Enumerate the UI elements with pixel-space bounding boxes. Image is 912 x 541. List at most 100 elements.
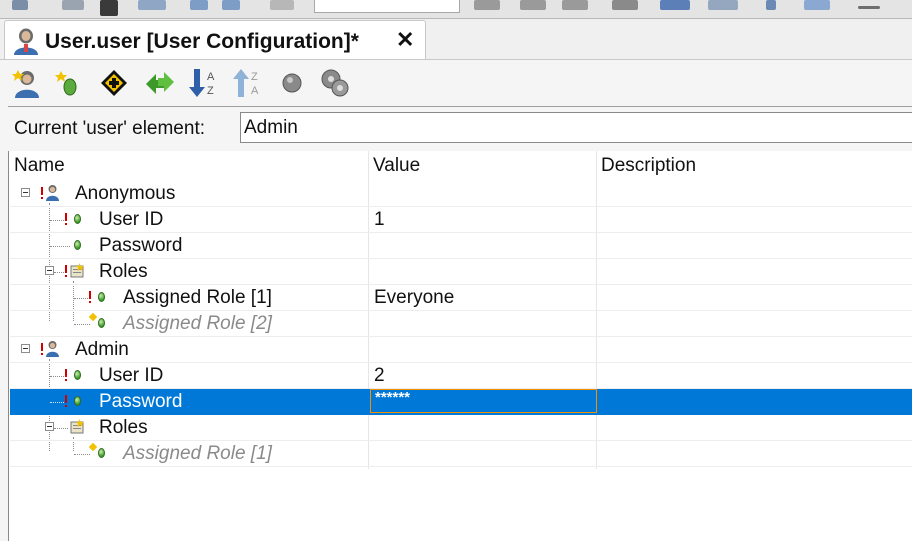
tree-row-field-placeholder[interactable]: Assigned Role [1]	[10, 441, 912, 467]
collapse-toggle-icon[interactable]	[21, 344, 30, 353]
svg-text:A: A	[207, 71, 215, 83]
sort-descending-icon[interactable]: ZA	[231, 66, 265, 100]
editor-toolbar: AZ ZA	[0, 60, 912, 106]
tree-node-label: Assigned Role [1]	[123, 443, 272, 464]
required-marker-icon	[41, 187, 43, 200]
ide-toolbar	[0, 0, 912, 19]
menu-icon[interactable]	[858, 6, 880, 9]
delete-icon[interactable]	[270, 0, 294, 10]
new-element-icon	[88, 312, 98, 322]
tree-row-field-placeholder[interactable]: Assigned Role [2]	[10, 311, 912, 337]
tree-row-field[interactable]: User ID 2	[10, 363, 912, 389]
new-element-icon	[88, 442, 98, 452]
tree-node-label: User ID	[99, 365, 164, 386]
required-marker-icon	[41, 343, 43, 356]
sort-icon[interactable]	[708, 0, 738, 10]
tree-connector	[54, 428, 68, 429]
required-marker-icon	[65, 265, 67, 278]
sort-ascending-icon[interactable]: AZ	[187, 66, 221, 100]
tree-node-label: Password	[99, 391, 183, 412]
toolbar-search-input[interactable]	[314, 0, 460, 13]
collapse-toggle-icon[interactable]	[45, 266, 54, 275]
gray-circle-icon[interactable]	[275, 66, 309, 100]
element-leaf-icon	[74, 370, 81, 380]
tree-header: Name Value Description	[9, 151, 912, 181]
save-icon[interactable]	[12, 0, 28, 10]
column-header-value[interactable]: Value	[373, 155, 420, 177]
diamond-icon[interactable]	[804, 0, 830, 10]
link-icon[interactable]	[474, 0, 500, 10]
user-icon	[46, 185, 59, 201]
link-icon[interactable]	[562, 0, 588, 10]
column-header-name[interactable]: Name	[14, 155, 65, 177]
tree-node-label: Password	[99, 235, 183, 256]
close-icon[interactable]: ✕	[396, 29, 414, 51]
diamond-icon[interactable]	[660, 0, 690, 10]
tree-connector	[50, 376, 66, 377]
tree-row-group[interactable]: Roles	[10, 259, 912, 285]
link-icon[interactable]	[520, 0, 546, 10]
group-icon[interactable]	[612, 0, 638, 10]
tree-connector	[54, 272, 64, 273]
tree-node-value[interactable]: 1	[374, 209, 385, 231]
column-header-description[interactable]: Description	[601, 155, 696, 177]
tree-row-user[interactable]: Admin	[10, 337, 912, 363]
current-element-label: Current 'user' element:	[14, 118, 206, 139]
tree-row-field[interactable]: User ID 1	[10, 207, 912, 233]
current-element-field[interactable]: Admin	[240, 112, 912, 143]
tree-node-label: Admin	[75, 339, 129, 360]
element-leaf-icon	[74, 396, 81, 406]
tree-node-value[interactable]: Everyone	[374, 287, 454, 309]
dropdown-arrow-icon[interactable]	[100, 0, 118, 16]
window-icon[interactable]	[138, 0, 166, 10]
tree-node-label: Anonymous	[75, 183, 176, 204]
svg-text:Z: Z	[207, 85, 214, 97]
element-leaf-icon	[98, 292, 105, 302]
tree-row-field[interactable]: Assigned Role [1] Everyone	[10, 285, 912, 311]
swap-icon[interactable]	[143, 66, 177, 100]
tree-row-field[interactable]: Password	[10, 233, 912, 259]
roles-folder-icon	[70, 263, 84, 278]
editor-tab-user-configuration[interactable]: User.user [User Configuration]* ✕	[4, 20, 426, 60]
editor-tab-bar: User.user [User Configuration]* ✕	[0, 19, 912, 60]
element-leaf-icon	[98, 448, 105, 458]
back-arrow-icon[interactable]	[222, 0, 240, 10]
element-leaf-icon	[98, 318, 105, 328]
add-user-icon[interactable]	[10, 66, 44, 100]
forward-arrow-icon[interactable]	[190, 0, 208, 10]
tree-node-label: Roles	[99, 417, 148, 438]
password-value-editor[interactable]: ******	[370, 389, 597, 413]
user-icon	[14, 28, 38, 55]
add-element-icon[interactable]	[50, 66, 84, 100]
tree-node-label: User ID	[99, 209, 164, 230]
element-leaf-icon	[74, 214, 81, 224]
svg-text:A: A	[251, 85, 259, 97]
navigate-icon[interactable]	[97, 66, 131, 100]
save-all-icon[interactable]	[62, 0, 84, 10]
pin-icon[interactable]	[766, 0, 776, 10]
tree-connector	[74, 454, 90, 455]
svg-text:Z: Z	[251, 71, 258, 83]
tree-node-label: Assigned Role [2]	[123, 313, 272, 334]
tree-node-label: Assigned Role [1]	[123, 287, 272, 308]
tree-connector	[74, 298, 90, 299]
tree-row-field-selected[interactable]: Password ******	[10, 389, 912, 415]
user-icon	[46, 341, 59, 357]
collapse-toggle-icon[interactable]	[21, 188, 30, 197]
tree-connector	[50, 246, 70, 247]
collapse-toggle-icon[interactable]	[45, 422, 54, 431]
tree-row-group[interactable]: Roles	[10, 415, 912, 441]
tab-title: User.user [User Configuration]*	[45, 30, 359, 53]
required-marker-icon	[65, 213, 67, 226]
tree-row-user[interactable]: Anonymous	[10, 181, 912, 207]
user-tree-table: Name Value Description Anonymous User ID…	[8, 151, 912, 541]
gears-icon[interactable]	[318, 66, 352, 100]
tree-connector	[74, 324, 90, 325]
toolbar-separator	[8, 106, 912, 107]
tree-node-value[interactable]: 2	[374, 365, 385, 387]
tree-node-label: Roles	[99, 261, 148, 282]
tree-connector	[50, 220, 66, 221]
current-element-row: Current 'user' element: Admin	[0, 110, 912, 148]
roles-folder-icon	[70, 419, 84, 434]
required-marker-icon	[65, 395, 67, 408]
